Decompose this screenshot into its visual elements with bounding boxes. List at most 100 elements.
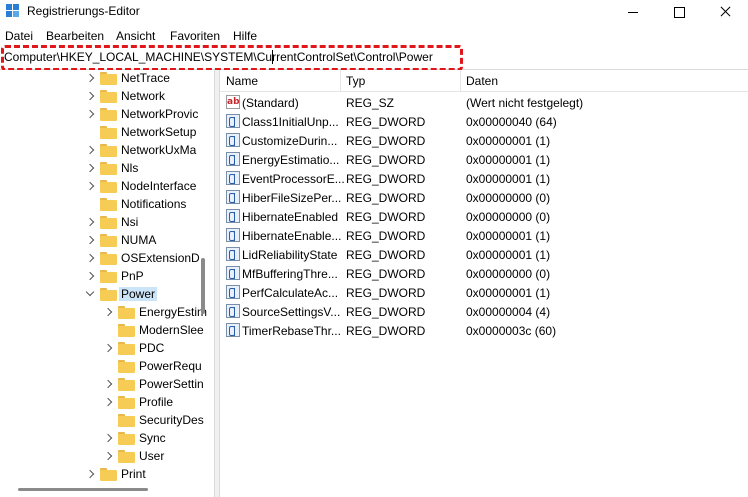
dword-value-icon: [226, 228, 240, 242]
tree-item[interactable]: PowerRequ: [104, 357, 202, 375]
column-separator[interactable]: [460, 70, 461, 92]
tree-horizontal-scrollbar[interactable]: [18, 488, 148, 491]
chevron-right-icon[interactable]: [104, 339, 114, 357]
chevron-right-icon[interactable]: [104, 429, 114, 447]
tree-item[interactable]: NUMA: [86, 231, 156, 249]
tree-item[interactable]: NetworkProvic: [86, 105, 198, 123]
minimize-button[interactable]: [610, 0, 656, 24]
table-row[interactable]: LidReliabilityState REG_DWORD 0x00000001 (…: [220, 245, 748, 264]
value-type: REG_DWORD: [346, 248, 426, 262]
table-row[interactable]: HiberFileSizePer... REG_DWORD 0x00000000 (…: [220, 188, 748, 207]
chevron-right-icon: [104, 357, 114, 375]
tree-item[interactable]: Print: [86, 465, 146, 483]
value-type: REG_SZ: [346, 96, 395, 110]
chevron-right-icon[interactable]: [86, 213, 96, 231]
folder-icon: [100, 287, 117, 301]
menu-hilfe[interactable]: Hilfe: [233, 29, 257, 43]
folder-icon: [100, 215, 117, 229]
folder-icon: [100, 251, 117, 265]
table-row[interactable]: EventProcessorE... REG_DWORD 0x00000001 (1…: [220, 169, 748, 188]
column-header-type[interactable]: Typ: [346, 74, 365, 88]
menu-bearbeiten[interactable]: Bearbeiten: [46, 29, 104, 43]
table-row[interactable]: EnergyEstimatio... REG_DWORD 0x00000001 (1…: [220, 150, 748, 169]
key-tree[interactable]: NetTrace Network NetworkProvic NetworkSetup…: [0, 70, 214, 497]
tree-item[interactable]: User: [104, 447, 164, 465]
value-type: REG_DWORD: [346, 153, 426, 167]
table-row[interactable]: ab (Standard) REG_SZ (Wert nicht festgelegt…: [220, 93, 748, 112]
table-row[interactable]: CustomizeDurin... REG_DWORD 0x00000001 (1): [220, 131, 748, 150]
tree-item[interactable]: ModernSlee: [104, 321, 204, 339]
value-name: TimerRebaseThr...: [242, 324, 341, 338]
tree-item[interactable]: Nsi: [86, 213, 138, 231]
chevron-right-icon[interactable]: [86, 105, 96, 123]
tree-item-label: ModernSlee: [139, 323, 204, 337]
tree-item[interactable]: EnergyEstim: [104, 303, 207, 321]
tree-item-label: Power: [119, 287, 158, 301]
table-row[interactable]: HibernateEnabled REG_DWORD 0x00000000 (0): [220, 207, 748, 226]
column-header-data[interactable]: Daten: [466, 74, 498, 88]
value-data: 0x00000000 (0): [466, 191, 551, 205]
chevron-right-icon[interactable]: [86, 159, 96, 177]
chevron-right-icon[interactable]: [86, 249, 96, 267]
table-row[interactable]: SourceSettingsV... REG_DWORD 0x00000004 (4…: [220, 302, 748, 321]
folder-icon: [118, 359, 135, 373]
chevron-right-icon[interactable]: [86, 70, 96, 87]
tree-item[interactable]: OSExtensionD: [86, 249, 200, 267]
value-name: HiberFileSizePer...: [242, 191, 342, 205]
tree-item-label: NetworkUxMa: [121, 143, 197, 157]
maximize-button[interactable]: [656, 0, 702, 24]
column-header-name[interactable]: Name: [226, 74, 258, 88]
folder-icon: [118, 395, 135, 409]
folder-icon: [118, 431, 135, 445]
close-button[interactable]: [702, 0, 748, 24]
tree-item[interactable]: PowerSettin: [104, 375, 204, 393]
chevron-right-icon[interactable]: [104, 447, 114, 465]
tree-item[interactable]: Nls: [86, 159, 138, 177]
chevron-right-icon[interactable]: [86, 231, 96, 249]
tree-item[interactable]: NodeInterface: [86, 177, 196, 195]
tree-item[interactable]: Network: [86, 87, 165, 105]
tree-vertical-scrollbar[interactable]: [201, 258, 205, 314]
tree-item[interactable]: NetTrace: [86, 70, 170, 87]
value-type: REG_DWORD: [346, 134, 426, 148]
table-row[interactable]: HibernateEnable... REG_DWORD 0x00000001 (1…: [220, 226, 748, 245]
tree-item[interactable]: PDC: [104, 339, 164, 357]
tree-item[interactable]: PnP: [86, 267, 144, 285]
table-row[interactable]: MfBufferingThre... REG_DWORD 0x00000000 (0…: [220, 264, 748, 283]
column-separator[interactable]: [340, 70, 341, 92]
tree-item[interactable]: Sync: [104, 429, 166, 447]
menu-favoriten[interactable]: Favoriten: [170, 29, 220, 43]
table-row[interactable]: Class1InitialUnp... REG_DWORD 0x00000040 (…: [220, 112, 748, 131]
tree-item[interactable]: SecurityDes: [104, 411, 204, 429]
value-name: CustomizeDurin...: [242, 134, 338, 148]
folder-icon: [100, 89, 117, 103]
tree-item[interactable]: Notifications: [86, 195, 186, 213]
chevron-right-icon[interactable]: [86, 141, 96, 159]
chevron-down-icon[interactable]: [86, 285, 96, 303]
value-data: 0x00000001 (1): [466, 134, 551, 148]
chevron-right-icon[interactable]: [104, 393, 114, 411]
dword-value-icon: [226, 304, 240, 318]
tree-item[interactable]: Power: [86, 285, 158, 303]
tree-item[interactable]: Profile: [104, 393, 173, 411]
tree-item[interactable]: NetworkUxMa: [86, 141, 196, 159]
menu-datei[interactable]: Datei: [5, 29, 33, 43]
chevron-right-icon[interactable]: [86, 267, 96, 285]
chevron-right-icon[interactable]: [104, 303, 114, 321]
folder-icon: [100, 233, 117, 247]
chevron-right-icon[interactable]: [86, 87, 96, 105]
address-bar[interactable]: Computer\HKEY_LOCAL_MACHINE\SYSTEM\Curre…: [0, 44, 748, 71]
folder-icon: [100, 269, 117, 283]
value-name: EnergyEstimatio...: [242, 153, 340, 167]
table-row[interactable]: PerfCalculateAc... REG_DWORD 0x00000001 (1…: [220, 283, 748, 302]
chevron-right-icon[interactable]: [86, 177, 96, 195]
tree-item[interactable]: NetworkSetup: [86, 123, 196, 141]
chevron-right-icon[interactable]: [104, 375, 114, 393]
tree-item-label: Nsi: [121, 215, 139, 229]
table-row[interactable]: TimerRebaseThr... REG_DWORD 0x0000003c (60…: [220, 321, 748, 340]
tree-item-label: PowerSettin: [139, 377, 204, 391]
menu-ansicht[interactable]: Ansicht: [116, 29, 155, 43]
folder-icon: [100, 125, 117, 139]
chevron-right-icon[interactable]: [86, 465, 96, 483]
value-data: 0x00000001 (1): [466, 172, 551, 186]
